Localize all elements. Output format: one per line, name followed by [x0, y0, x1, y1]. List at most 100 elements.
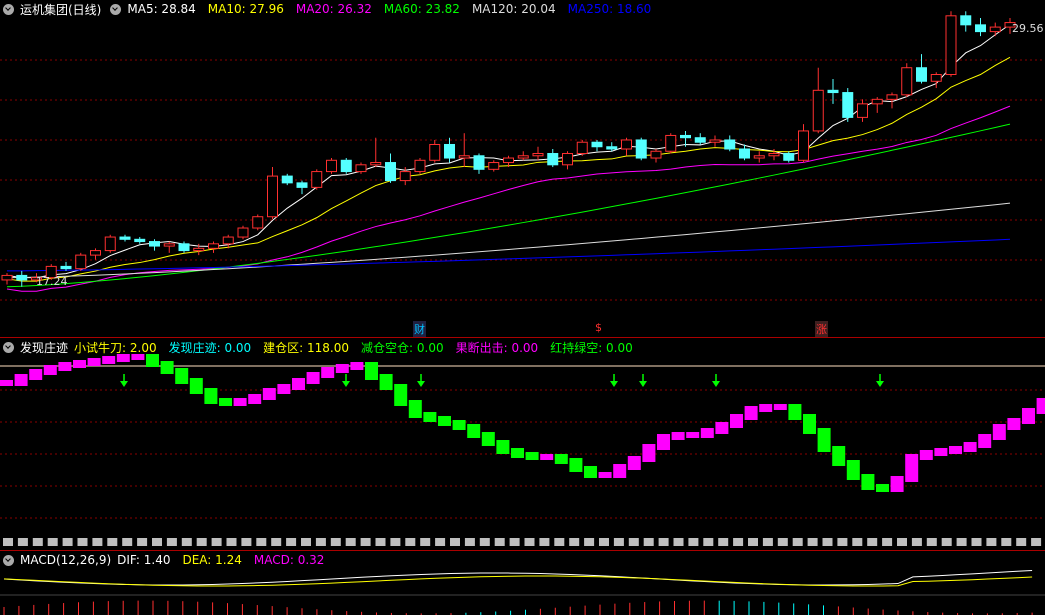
candle-body — [975, 24, 986, 33]
status-square — [166, 538, 177, 546]
macd-label-0: DIF: 1.40 — [117, 553, 171, 567]
indicator-bar — [1007, 418, 1021, 430]
finance-marker[interactable]: 财 — [413, 321, 426, 337]
arrow-down-icon — [639, 381, 647, 387]
indicator-bar — [919, 450, 933, 460]
stock-title: 运机集团(日线) — [20, 2, 102, 17]
candle-body — [635, 139, 647, 159]
candle-body — [237, 227, 249, 238]
macd-panel[interactable]: MACD(12,26,9) DIF: 1.40 DEA: 1.24 MACD: 0.… — [0, 551, 1045, 615]
candle-body — [1, 274, 13, 281]
status-square — [569, 538, 580, 546]
ma-label-2: MA20: 26.32 — [295, 2, 372, 16]
indicator-chart[interactable] — [0, 338, 1045, 550]
settings-icon[interactable] — [110, 3, 122, 15]
candle-body — [60, 265, 72, 270]
candle-body — [783, 153, 795, 161]
ma-label-0: MA5: 28.84 — [127, 2, 196, 16]
status-square — [271, 538, 282, 546]
indicator-bar — [817, 428, 831, 452]
indicator-bar — [744, 406, 758, 420]
ma60-line — [6, 123, 1011, 288]
price-chart[interactable] — [0, 0, 1045, 338]
indicator-bar — [700, 428, 714, 438]
status-square — [584, 538, 595, 546]
candle-body — [414, 159, 426, 173]
status-square — [628, 538, 639, 546]
indicator-bar — [657, 434, 670, 450]
indicator-bar — [452, 420, 466, 430]
candle-body — [281, 175, 293, 184]
candle-body — [650, 150, 662, 159]
indicator-bar — [379, 374, 393, 390]
candle-body — [606, 146, 618, 150]
status-square — [539, 538, 550, 546]
status-square — [897, 538, 907, 546]
macd-label-1: DEA: 1.24 — [182, 553, 242, 567]
status-square — [211, 538, 222, 546]
candle-body — [576, 141, 588, 155]
status-square — [1016, 538, 1027, 546]
indicator-label-1: 发现庄迹: 0.00 — [168, 340, 252, 355]
dollar-marker[interactable]: $ — [594, 321, 603, 334]
indicator-bar — [1036, 398, 1045, 414]
arrow-down-icon — [712, 381, 720, 387]
status-square — [554, 538, 565, 546]
collapse-icon[interactable] — [3, 341, 14, 353]
ma-line-5 — [6, 23, 1011, 279]
candle-body — [945, 15, 957, 75]
candle-body — [857, 103, 868, 118]
arrow-down-icon — [120, 381, 128, 387]
indicator-bar — [365, 362, 378, 380]
indicator-bar — [219, 398, 232, 406]
status-square — [956, 538, 967, 546]
status-square — [137, 538, 148, 546]
arrow-down-icon — [876, 381, 884, 387]
indicator-panel[interactable]: 发现庄迹 小试牛刀: 2.00 发现庄迹: 0.00 建仓区: 118.00 减仓空仓… — [0, 338, 1045, 550]
candle-body — [901, 67, 913, 96]
arrow-down-icon — [417, 381, 425, 387]
indicator-bar — [773, 404, 787, 410]
indicator-bar — [992, 424, 1006, 440]
indicator-title: 发现庄迹 — [20, 340, 69, 355]
collapse-icon[interactable] — [3, 554, 14, 566]
indicator-bar — [803, 414, 816, 434]
status-square — [748, 538, 758, 546]
indicator-bar — [73, 360, 86, 368]
status-square — [822, 538, 833, 546]
status-square — [226, 538, 237, 546]
candle-body — [532, 153, 544, 157]
indicator-bar — [408, 400, 422, 418]
ma-line-10 — [6, 56, 1011, 282]
price-panel[interactable]: 运机集团(日线) MA5: 28.84 MA10: 27.96 MA20: 26.3… — [0, 0, 1045, 338]
indicator-bar — [1022, 408, 1035, 424]
indicator-bar — [335, 364, 349, 373]
dif-line — [3, 569, 1033, 586]
ma-label-1: MA10: 27.96 — [207, 2, 284, 16]
candle-body — [547, 153, 559, 166]
indicator-bar — [306, 372, 320, 384]
candle-body — [458, 155, 470, 159]
indicator-bar — [160, 361, 174, 374]
ma-line-20 — [6, 105, 1011, 292]
indicator-bar — [613, 464, 627, 478]
status-square — [196, 538, 207, 546]
status-square — [599, 538, 609, 546]
price-legend: 运机集团(日线) MA5: 28.84 MA10: 27.96 MA20: 26.3… — [0, 0, 663, 18]
status-square — [241, 538, 252, 546]
indicator-bar — [29, 369, 43, 380]
indicator-bar — [262, 388, 276, 400]
status-square — [32, 538, 43, 546]
indicator-bar — [321, 367, 335, 378]
indicator-bar — [598, 472, 612, 478]
status-square — [867, 538, 878, 546]
rise-marker[interactable]: 涨 — [815, 321, 828, 337]
candle-body — [267, 175, 278, 218]
indicator-bar — [438, 416, 451, 426]
indicator-bar — [0, 380, 13, 386]
indicator-bar — [277, 384, 291, 394]
collapse-icon[interactable] — [3, 3, 14, 15]
candle-body — [399, 171, 411, 182]
status-square — [375, 538, 386, 546]
indicator-bar — [467, 424, 481, 438]
